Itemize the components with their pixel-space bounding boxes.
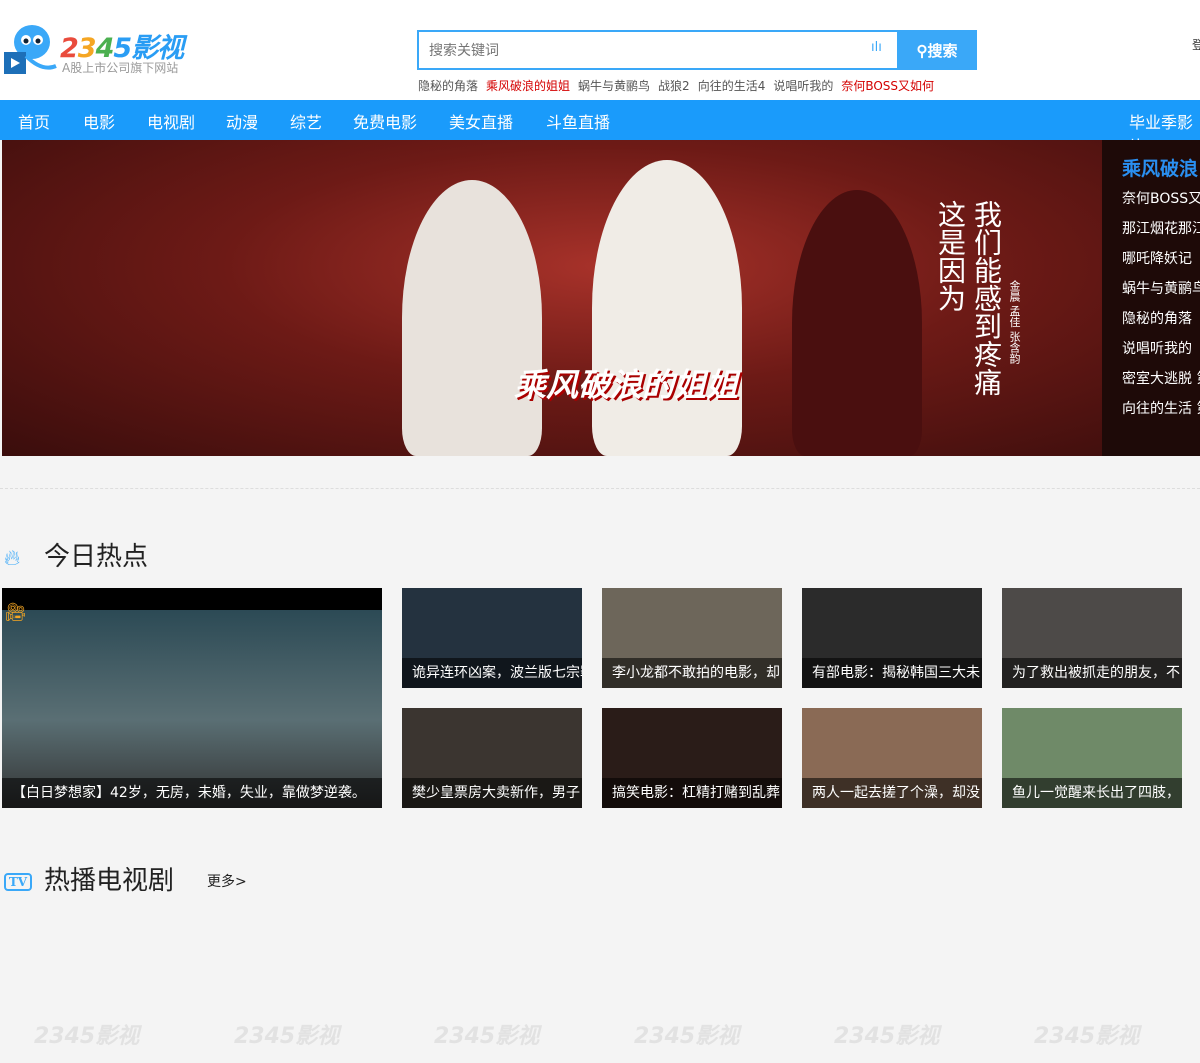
side-item[interactable]: 向往的生活 第	[1122, 398, 1200, 418]
octopus-logo-icon	[4, 25, 57, 74]
section-title-text: 热播电视剧	[44, 866, 175, 896]
hot-card[interactable]: 两人一起去搓了个澡，却没	[802, 708, 982, 808]
hot-card[interactable]: 鱼儿一觉醒来长出了四肢，	[1002, 708, 1182, 808]
hotword-link[interactable]: 战狼2	[658, 79, 690, 93]
banner-title: 乘风破浪的姐姐	[514, 366, 739, 404]
watermark-logo: 2345影视	[34, 1024, 140, 1049]
search-box: ılı ⚲搜索	[417, 30, 977, 70]
side-item[interactable]: 蜗牛与黄鹂鸟	[1122, 278, 1200, 298]
nav-live[interactable]: 美女直播	[449, 109, 513, 133]
voice-icon[interactable]: ılı	[871, 40, 882, 55]
hotword-link[interactable]: 乘风破浪的姐姐	[486, 79, 570, 93]
watermark-logo: 2345影视	[634, 1024, 740, 1049]
card-caption: 樊少皇票房大卖新作，男子	[402, 778, 582, 808]
watermark-logo: 2345影视	[234, 1024, 340, 1049]
banner-figure	[792, 190, 922, 456]
hot-card-featured[interactable]: 🎥︎ 【白日梦想家】42岁，无房，未婚，失业，靠做梦逆袭。	[2, 588, 382, 808]
nav-movies[interactable]: 电影	[83, 109, 115, 133]
hot-card[interactable]: 李小龙都不敢拍的电影，却	[602, 588, 782, 688]
nav-home[interactable]: 首页	[18, 109, 50, 133]
card-caption: 李小龙都不敢拍的电影，却	[602, 658, 782, 688]
watermark-logo: 2345影视	[434, 1024, 540, 1049]
banner-figure	[592, 160, 742, 456]
side-item[interactable]: 那江烟花那江	[1122, 218, 1200, 238]
side-item[interactable]: 隐秘的角落	[1122, 308, 1192, 328]
side-heading[interactable]: 乘风破浪	[1122, 154, 1198, 181]
section-title-hot: 🔥︎ 今日热点	[4, 536, 148, 573]
card-caption: 两人一起去搓了个澡，却没	[802, 778, 982, 808]
header: 2345影视 A股上市公司旗下网站 ılı ⚲搜索 隐秘的角落乘风破浪的姐姐蜗牛…	[0, 0, 1200, 100]
more-link[interactable]: 更多>	[207, 871, 247, 891]
video-camera-icon: 🎥︎	[4, 602, 27, 623]
hot-card[interactable]: 诡异连环凶案，波兰版七宗罪	[402, 588, 582, 688]
section-title-text: 今日热点	[44, 542, 149, 572]
section-title-tv: TV 热播电视剧	[4, 860, 174, 897]
hero-banner[interactable]: 乘风破浪的姐姐 我们能感到疼痛 这是因为 金晨 孟佳 张含韵	[2, 140, 1102, 456]
search-icon: ⚲	[916, 42, 928, 60]
card-caption: 为了救出被抓走的朋友，不	[1002, 658, 1182, 688]
main-nav: 首页 电影 电视剧 动漫 综艺 免费电影 美女直播 斗鱼直播 毕业季影片	[0, 100, 1200, 156]
nav-free-movies[interactable]: 免费电影	[353, 109, 417, 133]
card-caption: 有部电影：揭秘韩国三大未	[802, 658, 982, 688]
side-item[interactable]: 哪吒降妖记	[1122, 248, 1192, 268]
tv-icon: TV	[4, 873, 32, 891]
hot-card[interactable]: 有部电影：揭秘韩国三大未	[802, 588, 982, 688]
logo[interactable]: 2345影视 A股上市公司旗下网站	[2, 22, 202, 78]
card-caption: 诡异连环凶案，波兰版七宗罪	[402, 658, 582, 688]
card-caption: 搞笑电影：杠精打赌到乱葬	[602, 778, 782, 808]
hotword-link[interactable]: 隐秘的角落	[418, 79, 478, 93]
hotword-link[interactable]: 向往的生活4	[698, 79, 766, 93]
watermark-logo: 2345影视	[834, 1024, 940, 1049]
search-button-label: 搜索	[927, 42, 958, 60]
banner-figure	[402, 180, 542, 456]
nav-anime[interactable]: 动漫	[226, 109, 258, 133]
hot-card[interactable]: 为了救出被抓走的朋友，不	[1002, 588, 1182, 688]
banner-poem: 我们能感到疼痛 这是因为	[934, 200, 1003, 396]
card-caption: 鱼儿一觉醒来长出了四肢，	[1002, 778, 1182, 808]
hotword-link[interactable]: 说唱听我的	[773, 79, 833, 93]
side-item[interactable]: 密室大逃脱 第	[1122, 368, 1200, 388]
hot-card[interactable]: 樊少皇票房大卖新作，男子	[402, 708, 582, 808]
search-button[interactable]: ⚲搜索	[897, 30, 977, 70]
nav-douyu[interactable]: 斗鱼直播	[546, 109, 610, 133]
search-input[interactable]	[429, 40, 859, 60]
banner-names: 金晨 孟佳 张含韵	[1008, 280, 1021, 364]
nav-variety[interactable]: 综艺	[290, 109, 322, 133]
card-caption: 【白日梦想家】42岁，无房，未婚，失业，靠做梦逆袭。	[2, 778, 382, 808]
side-item[interactable]: 说唱听我的	[1122, 338, 1192, 358]
flame-icon: 🔥︎	[4, 546, 21, 571]
hot-keywords: 隐秘的角落 乘风破浪的姐姐 蜗牛与黄鹂鸟 战狼2 向往的生活4 说唱听我的 奈何BOSS又如…	[418, 77, 942, 94]
hot-card[interactable]: 搞笑电影：杠精打赌到乱葬	[602, 708, 782, 808]
logo-subtitle: A股上市公司旗下网站	[62, 61, 179, 75]
watermark-logo: 2345影视	[1034, 1024, 1140, 1049]
hotword-link[interactable]: 奈何BOSS又如何	[841, 79, 934, 93]
login-link[interactable]: 登	[1192, 36, 1200, 53]
side-item[interactable]: 奈何BOSS又	[1122, 188, 1200, 208]
divider	[0, 488, 1200, 489]
banner-side-list: 乘风破浪 奈何BOSS又 那江烟花那江 哪吒降妖记 蜗牛与黄鹂鸟 隐秘的角落 说…	[1102, 140, 1200, 456]
nav-tv[interactable]: 电视剧	[147, 109, 195, 133]
hotword-link[interactable]: 蜗牛与黄鹂鸟	[578, 79, 650, 93]
